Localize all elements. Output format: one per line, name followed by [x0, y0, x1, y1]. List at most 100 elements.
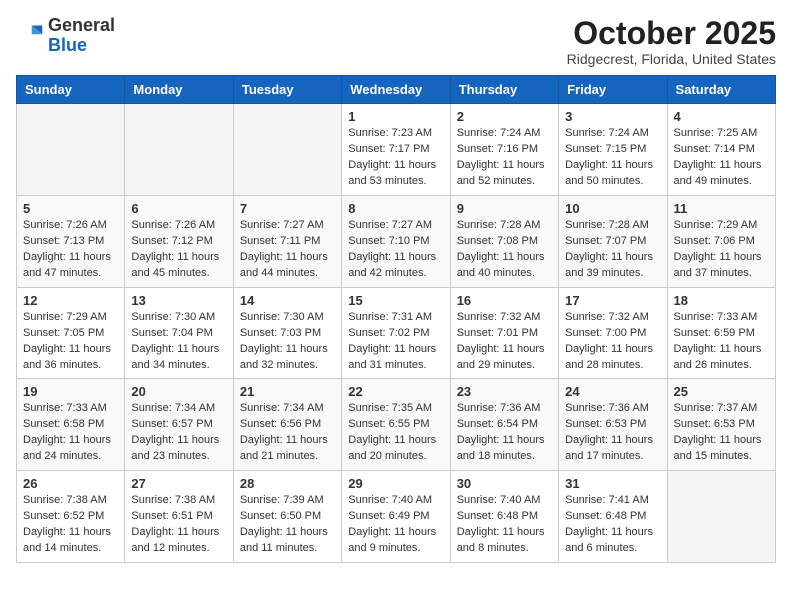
day-info: Sunrise: 7:40 AMSunset: 6:49 PMDaylight:… — [348, 493, 443, 557]
calendar-week-1: 1 Sunrise: 7:23 AMSunset: 7:17 PMDaylight… — [17, 104, 776, 196]
day-info: Sunrise: 7:36 AMSunset: 6:53 PMDaylight:… — [565, 401, 660, 465]
calendar-cell: 12Sunrise: 7:29 AMSunset: 7:05 PMDayligh… — [17, 287, 125, 379]
day-info: Sunrise: 7:33 AMSunset: 6:59 PMDaylight:… — [674, 310, 769, 374]
calendar-cell: 6 Sunrise: 7:26 AMSunset: 7:12 PMDaylight… — [125, 195, 233, 287]
day-number: 30 — [457, 476, 552, 491]
calendar-cell: 27 Sunrise: 7:38 AMSunset: 6:51 PMDayligh… — [125, 471, 233, 563]
calendar-table: SundayMondayTuesdayWednesdayThursdayFrid… — [16, 75, 776, 563]
month-title: October 2025 — [567, 16, 776, 51]
day-info: Sunrise: 7:30 AMSunset: 7:04 PMDaylight:… — [131, 310, 226, 374]
day-number: 27 — [131, 476, 226, 491]
day-number: 5 — [23, 201, 118, 216]
calendar-week-5: 26 Sunrise: 7:38 AMSunset: 6:52 PMDayligh… — [17, 471, 776, 563]
day-info: Sunrise: 7:24 AMSunset: 7:15 PMDaylight:… — [565, 126, 660, 190]
weekday-row: SundayMondayTuesdayWednesdayThursdayFrid… — [17, 76, 776, 104]
day-info: Sunrise: 7:24 AMSunset: 7:16 PMDaylight:… — [457, 126, 552, 190]
calendar-cell: 3Sunrise: 7:24 AMSunset: 7:15 PMDaylight… — [559, 104, 667, 196]
calendar-cell: 23Sunrise: 7:36 AMSunset: 6:54 PMDayligh… — [450, 379, 558, 471]
day-number: 2 — [457, 109, 552, 124]
calendar-cell: 20Sunrise: 7:34 AMSunset: 6:57 PMDayligh… — [125, 379, 233, 471]
day-info: Sunrise: 7:27 AMSunset: 7:11 PMDaylight:… — [240, 218, 335, 282]
weekday-header-monday: Monday — [125, 76, 233, 104]
day-number: 18 — [674, 293, 769, 308]
calendar-cell: 9 Sunrise: 7:28 AMSunset: 7:08 PMDaylight… — [450, 195, 558, 287]
calendar-cell: 19 Sunrise: 7:33 AMSunset: 6:58 PMDayligh… — [17, 379, 125, 471]
day-number: 10 — [565, 201, 660, 216]
calendar-cell: 28 Sunrise: 7:39 AMSunset: 6:50 PMDayligh… — [233, 471, 341, 563]
day-info: Sunrise: 7:31 AMSunset: 7:02 PMDaylight:… — [348, 310, 443, 374]
day-info: Sunrise: 7:34 AMSunset: 6:56 PMDaylight:… — [240, 401, 335, 465]
calendar-cell: 26 Sunrise: 7:38 AMSunset: 6:52 PMDayligh… — [17, 471, 125, 563]
day-number: 7 — [240, 201, 335, 216]
day-info: Sunrise: 7:40 AMSunset: 6:48 PMDaylight:… — [457, 493, 552, 557]
calendar-cell: 15 Sunrise: 7:31 AMSunset: 7:02 PMDayligh… — [342, 287, 450, 379]
calendar-cell: 29 Sunrise: 7:40 AMSunset: 6:49 PMDayligh… — [342, 471, 450, 563]
day-number: 13 — [131, 293, 226, 308]
calendar-cell: 10 Sunrise: 7:28 AMSunset: 7:07 PMDayligh… — [559, 195, 667, 287]
calendar-cell: 24 Sunrise: 7:36 AMSunset: 6:53 PMDayligh… — [559, 379, 667, 471]
day-info: Sunrise: 7:28 AMSunset: 7:07 PMDaylight:… — [565, 218, 660, 282]
weekday-header-thursday: Thursday — [450, 76, 558, 104]
day-info: Sunrise: 7:33 AMSunset: 6:58 PMDaylight:… — [23, 401, 118, 465]
calendar-cell: 13 Sunrise: 7:30 AMSunset: 7:04 PMDayligh… — [125, 287, 233, 379]
day-number: 1 — [348, 109, 443, 124]
logo: General Blue — [16, 16, 115, 56]
calendar-cell: 31Sunrise: 7:41 AMSunset: 6:48 PMDayligh… — [559, 471, 667, 563]
day-info: Sunrise: 7:29 AMSunset: 7:05 PMDaylight:… — [23, 310, 118, 374]
calendar-cell — [125, 104, 233, 196]
weekday-header-friday: Friday — [559, 76, 667, 104]
calendar-cell: 14Sunrise: 7:30 AMSunset: 7:03 PMDayligh… — [233, 287, 341, 379]
location: Ridgecrest, Florida, United States — [567, 51, 776, 67]
day-number: 22 — [348, 384, 443, 399]
day-number: 20 — [131, 384, 226, 399]
calendar-cell: 5 Sunrise: 7:26 AMSunset: 7:13 PMDaylight… — [17, 195, 125, 287]
day-info: Sunrise: 7:27 AMSunset: 7:10 PMDaylight:… — [348, 218, 443, 282]
calendar-cell: 4Sunrise: 7:25 AMSunset: 7:14 PMDaylight… — [667, 104, 775, 196]
logo-blue: Blue — [48, 35, 87, 55]
day-number: 6 — [131, 201, 226, 216]
day-info: Sunrise: 7:28 AMSunset: 7:08 PMDaylight:… — [457, 218, 552, 282]
day-info: Sunrise: 7:26 AMSunset: 7:12 PMDaylight:… — [131, 218, 226, 282]
calendar-cell: 11Sunrise: 7:29 AMSunset: 7:06 PMDayligh… — [667, 195, 775, 287]
calendar-cell: 1 Sunrise: 7:23 AMSunset: 7:17 PMDaylight… — [342, 104, 450, 196]
day-number: 29 — [348, 476, 443, 491]
calendar-cell — [233, 104, 341, 196]
day-number: 24 — [565, 384, 660, 399]
calendar-week-4: 19 Sunrise: 7:33 AMSunset: 6:58 PMDayligh… — [17, 379, 776, 471]
day-number: 15 — [348, 293, 443, 308]
day-info: Sunrise: 7:36 AMSunset: 6:54 PMDaylight:… — [457, 401, 552, 465]
day-info: Sunrise: 7:29 AMSunset: 7:06 PMDaylight:… — [674, 218, 769, 282]
day-info: Sunrise: 7:26 AMSunset: 7:13 PMDaylight:… — [23, 218, 118, 282]
day-info: Sunrise: 7:38 AMSunset: 6:52 PMDaylight:… — [23, 493, 118, 557]
title-block: October 2025 Ridgecrest, Florida, United… — [567, 16, 776, 67]
day-number: 4 — [674, 109, 769, 124]
day-info: Sunrise: 7:32 AMSunset: 7:00 PMDaylight:… — [565, 310, 660, 374]
calendar-cell: 22Sunrise: 7:35 AMSunset: 6:55 PMDayligh… — [342, 379, 450, 471]
day-number: 8 — [348, 201, 443, 216]
calendar-week-2: 5 Sunrise: 7:26 AMSunset: 7:13 PMDaylight… — [17, 195, 776, 287]
day-info: Sunrise: 7:32 AMSunset: 7:01 PMDaylight:… — [457, 310, 552, 374]
logo-icon — [16, 22, 44, 50]
day-number: 9 — [457, 201, 552, 216]
day-number: 25 — [674, 384, 769, 399]
weekday-header-wednesday: Wednesday — [342, 76, 450, 104]
logo-general: General — [48, 15, 115, 35]
day-info: Sunrise: 7:30 AMSunset: 7:03 PMDaylight:… — [240, 310, 335, 374]
calendar-cell: 7 Sunrise: 7:27 AMSunset: 7:11 PMDaylight… — [233, 195, 341, 287]
calendar-cell — [17, 104, 125, 196]
day-info: Sunrise: 7:38 AMSunset: 6:51 PMDaylight:… — [131, 493, 226, 557]
weekday-header-sunday: Sunday — [17, 76, 125, 104]
calendar-cell: 17 Sunrise: 7:32 AMSunset: 7:00 PMDayligh… — [559, 287, 667, 379]
day-info: Sunrise: 7:37 AMSunset: 6:53 PMDaylight:… — [674, 401, 769, 465]
day-number: 17 — [565, 293, 660, 308]
day-info: Sunrise: 7:41 AMSunset: 6:48 PMDaylight:… — [565, 493, 660, 557]
calendar-cell: 21Sunrise: 7:34 AMSunset: 6:56 PMDayligh… — [233, 379, 341, 471]
day-info: Sunrise: 7:39 AMSunset: 6:50 PMDaylight:… — [240, 493, 335, 557]
day-number: 28 — [240, 476, 335, 491]
day-number: 26 — [23, 476, 118, 491]
day-info: Sunrise: 7:23 AMSunset: 7:17 PMDaylight:… — [348, 126, 443, 190]
calendar-cell: 16Sunrise: 7:32 AMSunset: 7:01 PMDayligh… — [450, 287, 558, 379]
day-number: 19 — [23, 384, 118, 399]
weekday-header-saturday: Saturday — [667, 76, 775, 104]
calendar-cell: 25 Sunrise: 7:37 AMSunset: 6:53 PMDayligh… — [667, 379, 775, 471]
